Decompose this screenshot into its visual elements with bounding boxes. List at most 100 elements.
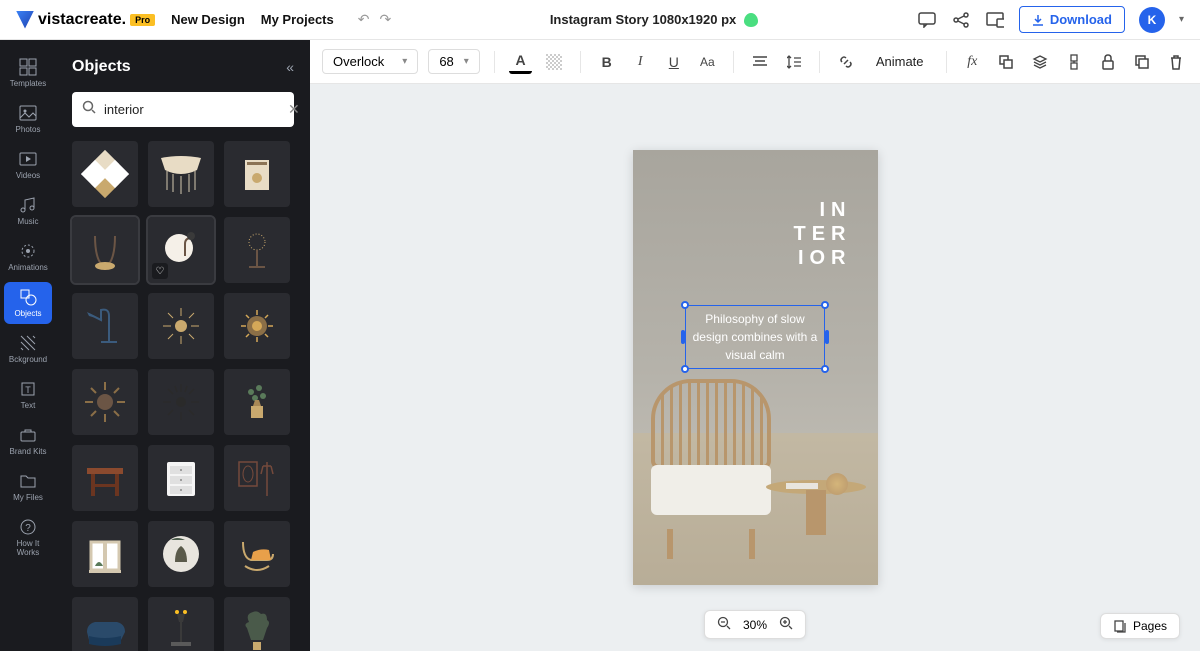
avatar-menu-caret-icon[interactable]: ▾ [1179, 14, 1184, 25]
layers-icon[interactable] [1028, 50, 1052, 74]
duplicate-icon[interactable] [1130, 50, 1154, 74]
spacing-icon[interactable] [782, 50, 806, 74]
zoom-in-icon[interactable] [779, 616, 793, 633]
rail-text[interactable]: T Text [4, 374, 52, 416]
my-projects-button[interactable]: My Projects [261, 12, 334, 27]
resize-handle-tl[interactable] [681, 301, 689, 309]
animate-button[interactable]: Animate [868, 50, 932, 73]
avatar[interactable]: K [1139, 7, 1165, 33]
share-icon[interactable] [951, 10, 971, 30]
object-thumb[interactable] [72, 597, 138, 651]
search-bar[interactable]: ✕ [72, 92, 294, 127]
object-thumb[interactable] [224, 597, 290, 651]
logo[interactable]: vistacreate. Pro [16, 11, 155, 29]
object-thumb[interactable] [72, 217, 138, 283]
rail-templates[interactable]: Templates [4, 52, 52, 94]
zoom-out-icon[interactable] [717, 616, 731, 633]
present-icon[interactable] [985, 10, 1005, 30]
object-thumb[interactable] [224, 369, 290, 435]
book-illustration [786, 483, 818, 489]
object-thumb[interactable] [72, 369, 138, 435]
separator [733, 51, 734, 73]
effects-icon[interactable]: fx [961, 50, 985, 74]
underline-icon[interactable]: U [662, 50, 686, 74]
zoom-level[interactable]: 30% [743, 618, 767, 632]
download-button[interactable]: Download [1019, 6, 1125, 33]
clear-search-icon[interactable]: ✕ [288, 101, 300, 118]
object-thumb[interactable] [224, 521, 290, 587]
search-input[interactable] [104, 102, 280, 117]
subheading-text[interactable]: Philosophy of slow design combines with … [690, 310, 820, 364]
favorite-icon[interactable]: ♡ [152, 263, 168, 279]
rail-label: Text [21, 401, 36, 410]
object-thumb[interactable] [148, 597, 214, 651]
object-thumb[interactable] [148, 521, 214, 587]
rail-background[interactable]: Bckground [4, 328, 52, 370]
document-title[interactable]: Instagram Story 1080x1920 px [550, 12, 758, 27]
object-thumb[interactable] [224, 293, 290, 359]
folder-icon [19, 472, 37, 490]
text-icon: T [19, 380, 37, 398]
redo-button[interactable]: ↷ [379, 11, 391, 28]
font-size-select[interactable]: 68▾ [428, 49, 480, 74]
text-color-icon[interactable]: A [509, 50, 533, 74]
new-design-button[interactable]: New Design [171, 12, 245, 27]
object-thumb[interactable] [72, 141, 138, 207]
chair-illustration [651, 379, 771, 529]
resize-handle-br[interactable] [821, 365, 829, 373]
delete-icon[interactable] [1164, 50, 1188, 74]
resize-handle-mr[interactable] [825, 330, 829, 344]
object-thumb[interactable] [72, 445, 138, 511]
object-thumb[interactable] [224, 445, 290, 511]
object-thumb[interactable]: ♡ [148, 217, 214, 283]
pages-label: Pages [1133, 619, 1167, 633]
collapse-icon[interactable]: « [286, 59, 294, 75]
comments-icon[interactable] [917, 10, 937, 30]
object-grid: ♡ [72, 141, 294, 651]
rail-howitworks[interactable]: ?How It Works [4, 512, 52, 563]
object-thumb[interactable] [148, 445, 214, 511]
rail-videos[interactable]: Videos [4, 144, 52, 186]
rail-music[interactable]: Music [4, 190, 52, 232]
story-canvas[interactable]: IN TER IOR Philosophy of slow design com… [633, 150, 878, 585]
link-icon[interactable] [834, 50, 858, 74]
object-thumb[interactable] [224, 217, 290, 283]
resize-handle-tr[interactable] [821, 301, 829, 309]
rail-animations[interactable]: Animations [4, 236, 52, 278]
chevron-down-icon: ▾ [402, 56, 407, 67]
font-select[interactable]: Overlock▾ [322, 49, 418, 74]
objects-panel: Objects « ✕ ♡ [56, 40, 310, 651]
selected-text-box[interactable]: Philosophy of slow design combines with … [685, 305, 825, 369]
position-icon[interactable] [994, 50, 1018, 74]
undo-button[interactable]: ↶ [358, 11, 370, 28]
heading-text[interactable]: IN TER IOR [794, 198, 852, 270]
shapes-icon [19, 288, 37, 306]
object-thumb[interactable] [72, 521, 138, 587]
rail-label: Videos [16, 171, 40, 180]
rail-myfiles[interactable]: My Files [4, 466, 52, 508]
bold-icon[interactable]: B [595, 50, 619, 74]
separator [946, 51, 947, 73]
object-thumb[interactable] [72, 293, 138, 359]
svg-text:T: T [25, 385, 31, 395]
group-icon[interactable] [1062, 50, 1086, 74]
lock-icon[interactable] [1096, 50, 1120, 74]
rail-photos[interactable]: Photos [4, 98, 52, 140]
document-title-text: Instagram Story 1080x1920 px [550, 12, 736, 27]
object-thumb[interactable] [148, 293, 214, 359]
pages-button[interactable]: Pages [1100, 613, 1180, 639]
text-case-icon[interactable]: Aa [696, 50, 720, 74]
object-thumb[interactable] [148, 141, 214, 207]
rail-brandkits[interactable]: Brand Kits [4, 420, 52, 462]
italic-icon[interactable]: I [628, 50, 652, 74]
object-thumb[interactable] [224, 141, 290, 207]
saved-icon [744, 13, 758, 27]
align-icon[interactable] [748, 50, 772, 74]
resize-handle-ml[interactable] [681, 330, 685, 344]
canvas-area[interactable]: IN TER IOR Philosophy of slow design com… [310, 84, 1200, 651]
resize-handle-bl[interactable] [681, 365, 689, 373]
text-transparency-icon[interactable] [542, 50, 566, 74]
rail-objects[interactable]: Objects [4, 282, 52, 324]
object-thumb[interactable] [148, 369, 214, 435]
rail-label: Bckground [9, 355, 47, 364]
